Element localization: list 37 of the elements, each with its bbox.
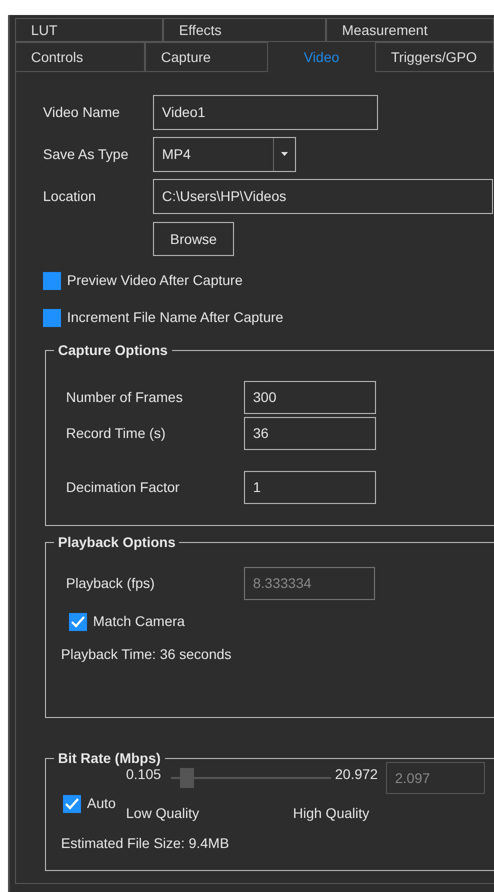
field-label: Playback (fps)	[66, 574, 156, 593]
field-label: Number of Frames	[66, 388, 184, 407]
field-label: Decimation Factor	[66, 478, 181, 497]
input-field[interactable]: 36	[244, 417, 376, 450]
status-text: Estimated File Size: 9.4MB	[61, 834, 230, 853]
tab[interactable]: Triggers/GPO	[375, 42, 494, 72]
tab[interactable]: Measurement	[326, 18, 494, 42]
tab[interactable]: Video	[268, 42, 375, 72]
checkbox-label: Preview Video After Capture	[67, 271, 243, 290]
status-text: Playback Time: 36 seconds	[61, 645, 232, 664]
field-label: Save As Type	[43, 144, 130, 164]
field-label: Record Time (s)	[66, 424, 167, 443]
quality-label: Low Quality	[126, 804, 200, 823]
input-field[interactable]: Video1	[153, 94, 378, 130]
checkbox[interactable]	[63, 794, 81, 812]
input-field[interactable]: 1	[244, 471, 376, 504]
tab[interactable]: LUT	[15, 18, 163, 42]
checkbox[interactable]	[69, 612, 87, 630]
checkbox-label: Match Camera	[93, 612, 185, 631]
checkbox-label: Increment File Name After Capture	[67, 308, 284, 327]
caret-icon	[281, 152, 288, 156]
max-value: 20.972	[335, 765, 378, 784]
slider-thumb[interactable]	[180, 768, 194, 788]
input-field[interactable]: C:\Users\HP\Videos	[153, 179, 493, 214]
tab[interactable]: Capture	[145, 42, 268, 72]
checkbox[interactable]	[43, 308, 61, 326]
field-label: Location	[43, 187, 97, 206]
tab[interactable]: Effects	[163, 18, 326, 42]
checkbox[interactable]	[43, 272, 61, 290]
min-value: 0.105	[126, 766, 162, 784]
browse-button[interactable]: Browse	[153, 222, 234, 256]
field-label: Video Name	[43, 102, 121, 122]
quality-label: High Quality	[293, 804, 370, 823]
input-field[interactable]: 300	[244, 381, 376, 414]
checkbox-label: Auto	[87, 794, 116, 813]
dropdown[interactable]: MP4	[153, 136, 296, 172]
tab[interactable]: Controls	[15, 42, 145, 72]
